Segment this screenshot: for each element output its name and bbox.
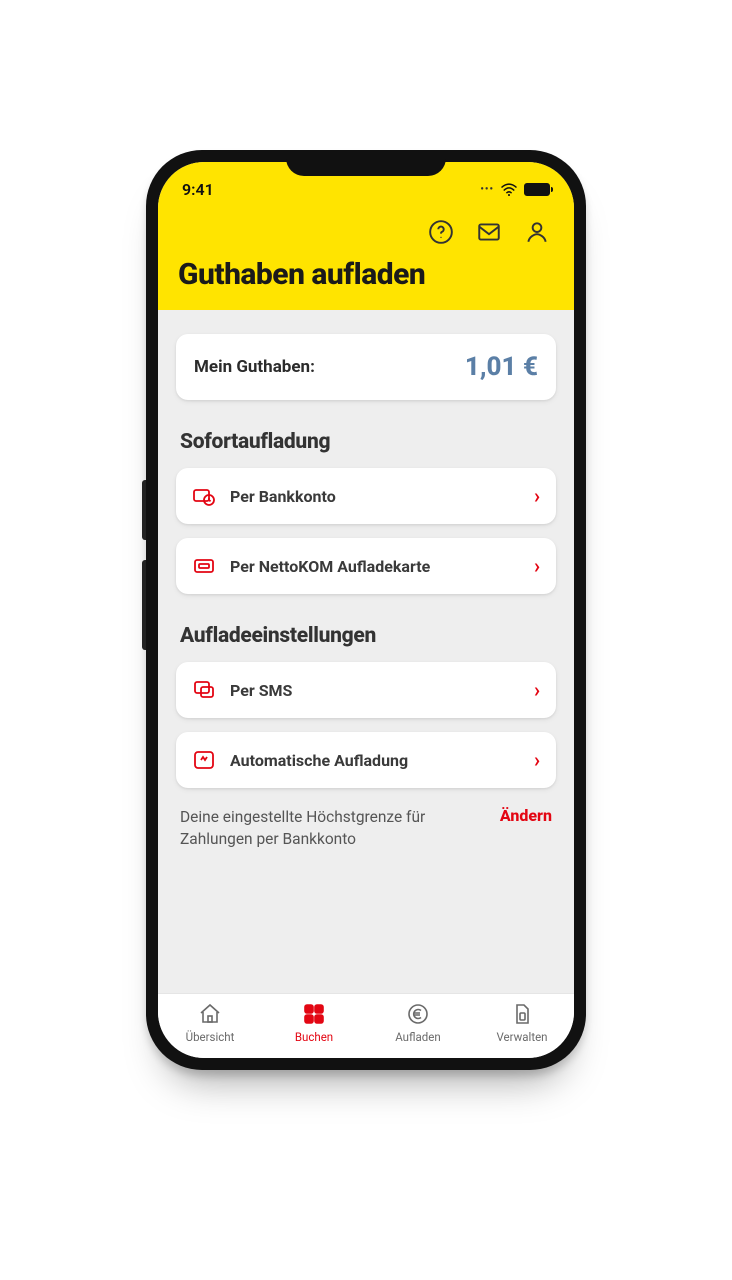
euro-icon [406, 1002, 430, 1026]
chevron-right-icon: › [534, 484, 540, 508]
cellular-icon: ••• [480, 184, 494, 195]
chevron-right-icon: › [534, 748, 540, 772]
status-icons: ••• [480, 183, 550, 197]
tiles-icon [302, 1002, 326, 1026]
help-icon[interactable] [428, 219, 454, 245]
sms-icon [192, 678, 216, 702]
status-time: 9:41 [182, 180, 214, 199]
auto-recharge-icon [192, 748, 216, 772]
row-label: Per NettoKOM Aufladekarte [230, 557, 520, 576]
nav-label: Übersicht [186, 1030, 235, 1044]
nav-label: Aufladen [395, 1030, 441, 1044]
section-title-instant: Sofortaufladung [180, 430, 552, 454]
row-per-aufladekarte[interactable]: Per NettoKOM Aufladekarte › [176, 538, 556, 594]
wallet-clock-icon [192, 484, 216, 508]
balance-label: Mein Guthaben: [194, 357, 315, 377]
row-label: Per SMS [230, 681, 520, 700]
battery-icon [524, 183, 550, 196]
row-label: Automatische Aufladung [230, 751, 520, 770]
screen: 9:41 ••• Gut [158, 162, 574, 1058]
home-icon [198, 1002, 222, 1026]
chevron-right-icon: › [534, 678, 540, 702]
profile-icon[interactable] [524, 219, 550, 245]
chevron-right-icon: › [534, 554, 540, 578]
phone-frame: 9:41 ••• Gut [146, 150, 586, 1070]
notch [286, 150, 446, 176]
bottom-nav: Übersicht Buchen Aufladen Verwalten [158, 993, 574, 1058]
row-per-sms[interactable]: Per SMS › [176, 662, 556, 718]
mail-icon[interactable] [476, 219, 502, 245]
row-label: Per Bankkonto [230, 487, 520, 506]
nav-aufladen[interactable]: Aufladen [366, 1002, 470, 1044]
section-title-settings: Aufladeeinstellungen [180, 624, 552, 648]
header: 9:41 ••• Gut [158, 162, 574, 310]
sim-icon [510, 1002, 534, 1026]
voucher-icon [192, 554, 216, 578]
top-actions [176, 219, 556, 255]
nav-label: Verwalten [496, 1030, 547, 1044]
nav-uebersicht[interactable]: Übersicht [158, 1002, 262, 1044]
page-title: Guthaben aufladen [176, 255, 556, 296]
nav-buchen[interactable]: Buchen [262, 1002, 366, 1044]
content: Mein Guthaben: 1,01 € Sofortaufladung Pe… [158, 310, 574, 993]
row-per-bankkonto[interactable]: Per Bankkonto › [176, 468, 556, 524]
balance-value: 1,01 € [465, 352, 538, 382]
wifi-icon [500, 183, 518, 197]
row-auto-aufladung[interactable]: Automatische Aufladung › [176, 732, 556, 788]
nav-label: Buchen [295, 1030, 333, 1044]
status-bar: 9:41 ••• [176, 178, 556, 219]
limit-row: Deine eingestellte Höchstgrenze für Zahl… [180, 806, 552, 851]
balance-card: Mein Guthaben: 1,01 € [176, 334, 556, 400]
limit-text: Deine eingestellte Höchstgrenze für Zahl… [180, 806, 488, 851]
limit-change-link[interactable]: Ändern [500, 806, 552, 825]
nav-verwalten[interactable]: Verwalten [470, 1002, 574, 1044]
